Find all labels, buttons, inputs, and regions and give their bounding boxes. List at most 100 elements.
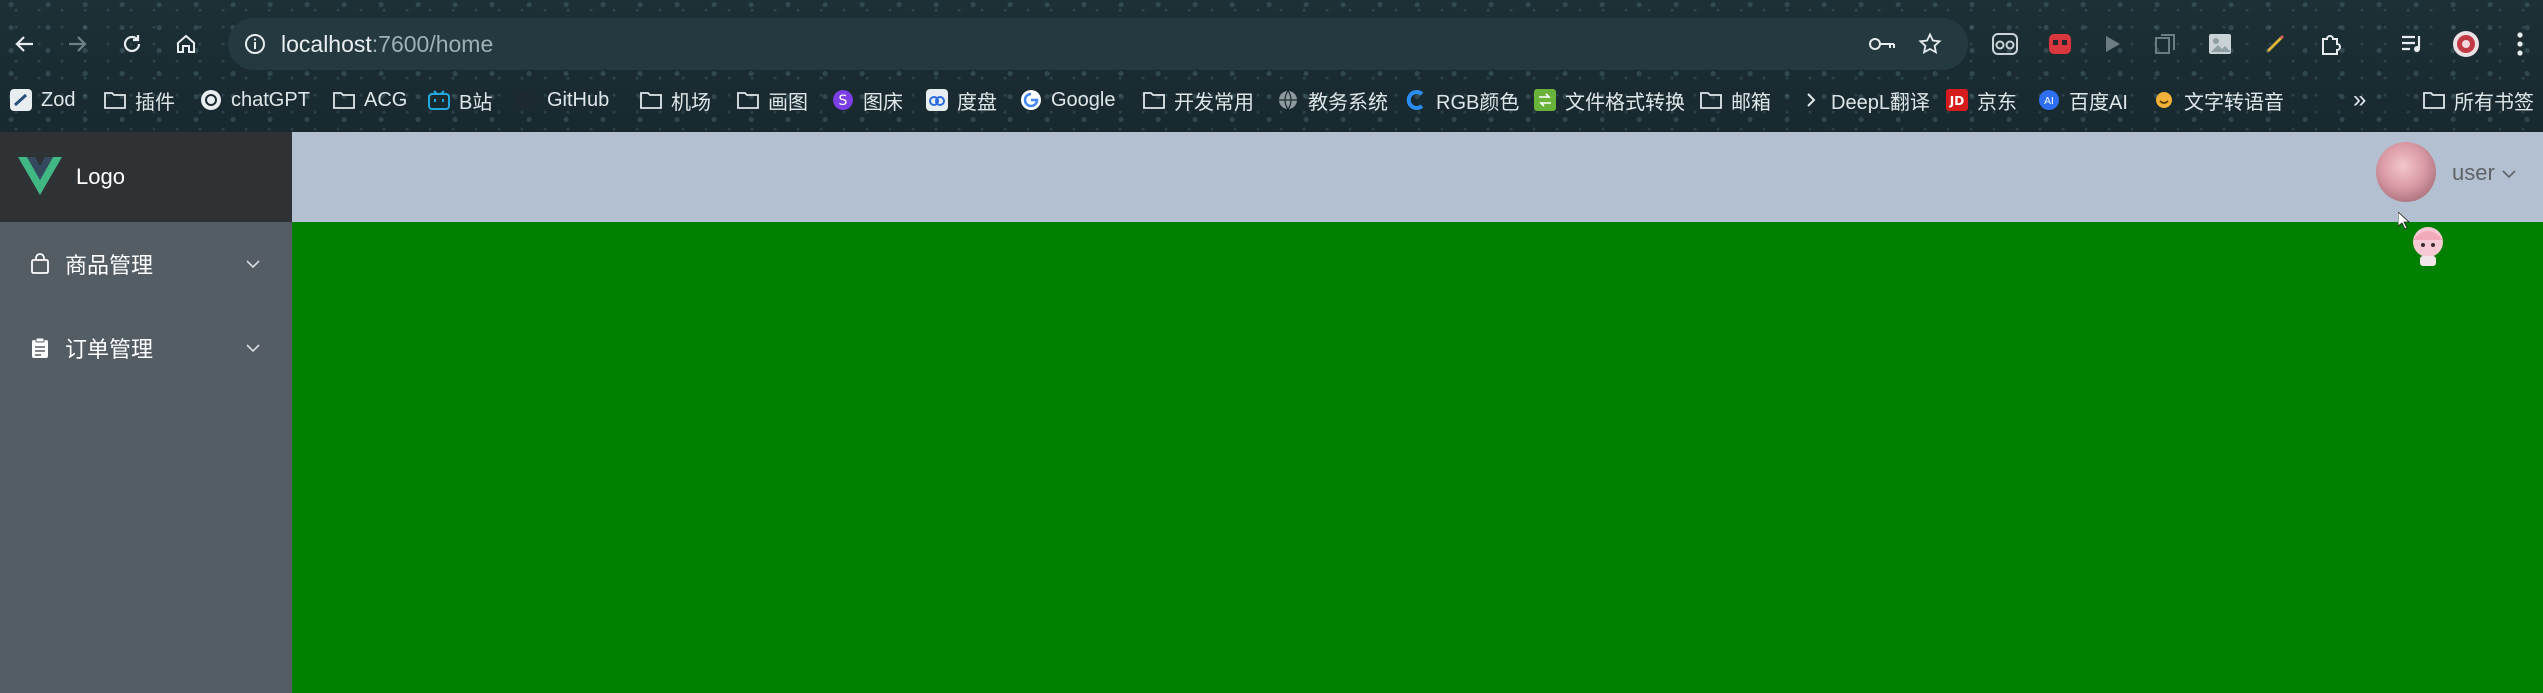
- chevron-down-icon: [244, 255, 262, 273]
- openai-icon: [200, 89, 222, 111]
- bookmark-academic[interactable]: 教务系统: [1277, 82, 1388, 118]
- extension-play-icon[interactable]: [2092, 24, 2132, 64]
- bookmark-deepl[interactable]: DeepL翻译: [1800, 82, 1930, 118]
- site-info-icon[interactable]: [237, 26, 273, 62]
- bookmark-label: GitHub: [547, 88, 610, 111]
- folder-icon: [1143, 89, 1165, 111]
- browser-chrome: localhost:7600/home Zod 插件 chatGPT ACG …: [0, 0, 2543, 132]
- home-button[interactable]: [164, 22, 208, 66]
- bookmark-label: B站: [459, 91, 493, 114]
- bookmark-image-host[interactable]: S 图床: [832, 82, 903, 118]
- bookmark-folder-plugins[interactable]: 插件: [104, 82, 175, 118]
- google-icon: [1020, 89, 1042, 111]
- bookmark-label: 图床: [863, 91, 903, 114]
- svg-text:JD: JD: [1949, 94, 1964, 108]
- bookmark-google[interactable]: Google: [1020, 82, 1116, 118]
- bookmark-label: 文字转语音: [2184, 91, 2284, 114]
- reload-icon: [123, 35, 141, 53]
- bookmark-label: 开发常用: [1174, 91, 1254, 114]
- bookmark-label: 画图: [768, 91, 808, 114]
- extension-image-icon[interactable]: [2200, 24, 2240, 64]
- bookmark-label: ACG: [364, 88, 408, 111]
- globe-icon: [1277, 89, 1299, 111]
- bookmark-label: Google: [1051, 88, 1116, 111]
- bookmark-folder-airport[interactable]: 机场: [640, 82, 711, 118]
- github-icon: [516, 89, 538, 111]
- clipboard-icon: [28, 336, 52, 360]
- bookmark-chatgpt[interactable]: chatGPT: [200, 82, 310, 118]
- bookmark-label: 教务系统: [1308, 91, 1388, 114]
- bookmark-baidu-pan[interactable]: 度盘: [926, 82, 997, 118]
- arrow-left-icon: [15, 36, 33, 52]
- extensions-puzzle-icon[interactable]: [2310, 24, 2350, 64]
- bilibili-icon: [428, 89, 450, 111]
- menu-item-goods[interactable]: 商品管理: [0, 222, 292, 306]
- bookmark-jd[interactable]: JD 京东: [1946, 82, 2017, 118]
- all-bookmarks-button[interactable]: 所有书签: [2423, 82, 2534, 118]
- bag-icon: [28, 252, 52, 276]
- app-header: [292, 132, 2543, 222]
- bookmark-star-icon[interactable]: [1912, 26, 1948, 62]
- bookmark-zod[interactable]: Zod: [10, 82, 75, 118]
- bookmark-github[interactable]: GitHub: [516, 82, 609, 118]
- browser-menu-icon[interactable]: [2500, 24, 2540, 64]
- chevron-down-icon[interactable]: [2500, 165, 2518, 183]
- jd-icon: JD: [1946, 89, 1968, 111]
- bookmark-file-convert[interactable]: 文件格式转换: [1534, 82, 1685, 118]
- bookmark-folder-dev[interactable]: 开发常用: [1143, 82, 1254, 118]
- profile-avatar-icon[interactable]: [2446, 24, 2486, 64]
- bookmarks-bar: Zod 插件 chatGPT ACG B站 GitHub 机场 画图 S 图床 …: [0, 82, 2543, 118]
- url-path: :7600/home: [371, 30, 494, 57]
- logo-bar[interactable]: Logo: [0, 132, 292, 222]
- menu-item-label: 订单管理: [65, 337, 154, 362]
- bookmark-label: Zod: [41, 88, 76, 111]
- folder-icon: [104, 89, 126, 111]
- tts-icon: [2153, 89, 2175, 111]
- folder-icon: [737, 89, 759, 111]
- bookmark-folder-acg[interactable]: ACG: [333, 82, 407, 118]
- folder-icon: [640, 89, 662, 111]
- browser-toolbar: localhost:7600/home: [0, 0, 2543, 88]
- bookmark-label: 机场: [671, 91, 711, 114]
- rgb-icon: [1405, 89, 1427, 111]
- baidu-ai-icon: AI: [2038, 89, 2060, 111]
- vue-logo-icon: [18, 157, 62, 195]
- folder-icon: [2423, 89, 2445, 111]
- bookmarks-overflow-button[interactable]: »: [2353, 82, 2366, 118]
- bookmark-tts[interactable]: 文字转语音: [2153, 82, 2284, 118]
- reload-button[interactable]: [110, 22, 154, 66]
- bookmark-label: 邮箱: [1731, 91, 1771, 114]
- extension-glasses-icon[interactable]: [1985, 24, 2025, 64]
- bookmark-rgb[interactable]: RGB颜色: [1405, 82, 1519, 118]
- deepl-icon: [1800, 89, 1822, 111]
- folder-icon: [1700, 89, 1722, 111]
- svg-text:S: S: [839, 93, 848, 109]
- bookmark-folder-mail[interactable]: 邮箱: [1700, 82, 1771, 118]
- bookmark-label: 度盘: [957, 91, 997, 114]
- main-content: [292, 222, 2543, 693]
- all-bookmarks-label: 所有书签: [2454, 91, 2534, 114]
- media-queue-icon[interactable]: [2392, 24, 2432, 64]
- cursor-mascot-icon: [2398, 212, 2443, 266]
- bookmark-label: 插件: [135, 91, 175, 114]
- url-host: localhost: [281, 30, 372, 57]
- chevron-down-icon: [244, 339, 262, 357]
- bookmark-folder-drawing[interactable]: 画图: [737, 82, 808, 118]
- extension-red-mask-icon[interactable]: [2040, 24, 2080, 64]
- svg-text:AI: AI: [2044, 96, 2054, 107]
- bookmark-bilibili[interactable]: B站: [428, 82, 492, 118]
- password-key-icon[interactable]: [1864, 26, 1900, 62]
- arrow-right-icon: [69, 36, 87, 52]
- user-dropdown[interactable]: user: [2452, 160, 2495, 186]
- convert-icon: [1534, 89, 1556, 111]
- bookmark-label: DeepL翻译: [1831, 91, 1930, 114]
- extension-copy-icon[interactable]: [2145, 24, 2185, 64]
- back-button[interactable]: [3, 22, 47, 66]
- user-avatar[interactable]: [2376, 142, 2436, 202]
- extension-pencil-icon[interactable]: [2255, 24, 2295, 64]
- address-bar[interactable]: localhost:7600/home: [228, 18, 1968, 70]
- menu-item-orders[interactable]: 订单管理: [0, 306, 292, 390]
- forward-button[interactable]: [55, 22, 99, 66]
- bookmark-baidu-ai[interactable]: AI 百度AI: [2038, 82, 2128, 118]
- bookmark-label: 京东: [1977, 91, 2017, 114]
